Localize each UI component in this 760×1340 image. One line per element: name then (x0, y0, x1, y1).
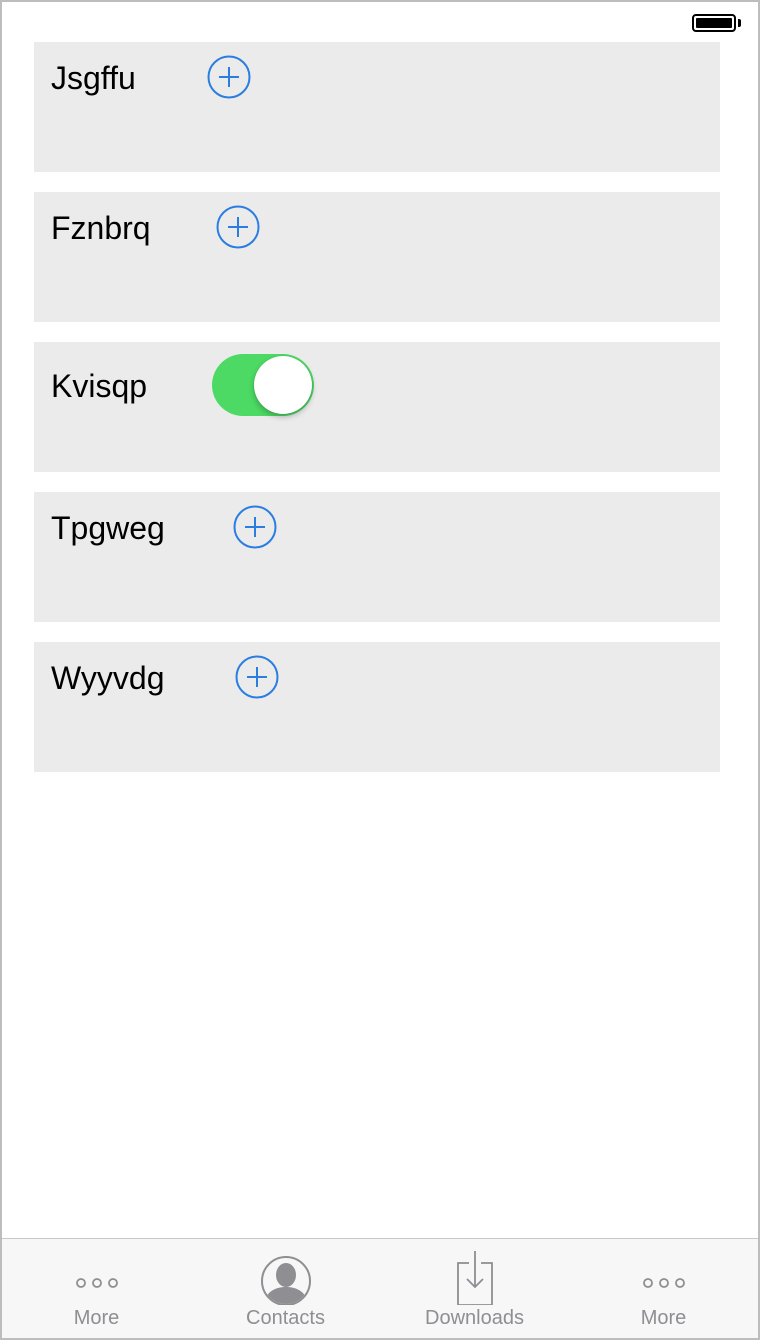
row-label: Kvisqp (51, 368, 148, 404)
more-icon (642, 1278, 685, 1288)
tab-label: More (640, 1307, 687, 1329)
list-item: Jsgffu (34, 42, 720, 172)
tab-downloads[interactable]: Downloads (380, 1239, 569, 1338)
settings-list: Jsgffu Fznbrq Kvisqp Tpgweg Wyyvdg (34, 42, 720, 792)
add-circle-icon[interactable] (235, 655, 279, 699)
battery-icon (692, 14, 736, 32)
toggle-knob (254, 356, 312, 414)
list-item: Fznbrq (34, 192, 720, 322)
more-icon (75, 1278, 118, 1288)
row-label: Tpgweg (51, 510, 165, 546)
add-circle-icon[interactable] (216, 205, 260, 249)
list-item: Wyyvdg (34, 642, 720, 772)
tab-label: More (73, 1307, 120, 1329)
tab-label: Downloads (425, 1307, 524, 1329)
row-label: Fznbrq (51, 210, 151, 246)
list-item: Tpgweg (34, 492, 720, 622)
battery-tip (738, 19, 741, 27)
add-circle-icon[interactable] (207, 55, 251, 99)
downloads-icon (456, 1251, 493, 1305)
tab-contacts[interactable]: Contacts (191, 1239, 380, 1338)
contacts-icon (260, 1256, 311, 1305)
tab-label: Contacts (246, 1307, 325, 1329)
app-window: Jsgffu Fznbrq Kvisqp Tpgweg Wyyvdg More … (0, 0, 760, 1340)
tab-bar: More Contacts Downloads More (2, 1238, 758, 1338)
row-label: Wyyvdg (51, 660, 165, 696)
row-label: Jsgffu (51, 60, 136, 96)
tab-more[interactable]: More (569, 1239, 758, 1338)
toggle-switch[interactable] (212, 354, 314, 416)
add-circle-icon[interactable] (233, 505, 277, 549)
status-bar (2, 2, 758, 44)
tab-more[interactable]: More (2, 1239, 191, 1338)
list-item: Kvisqp (34, 342, 720, 472)
